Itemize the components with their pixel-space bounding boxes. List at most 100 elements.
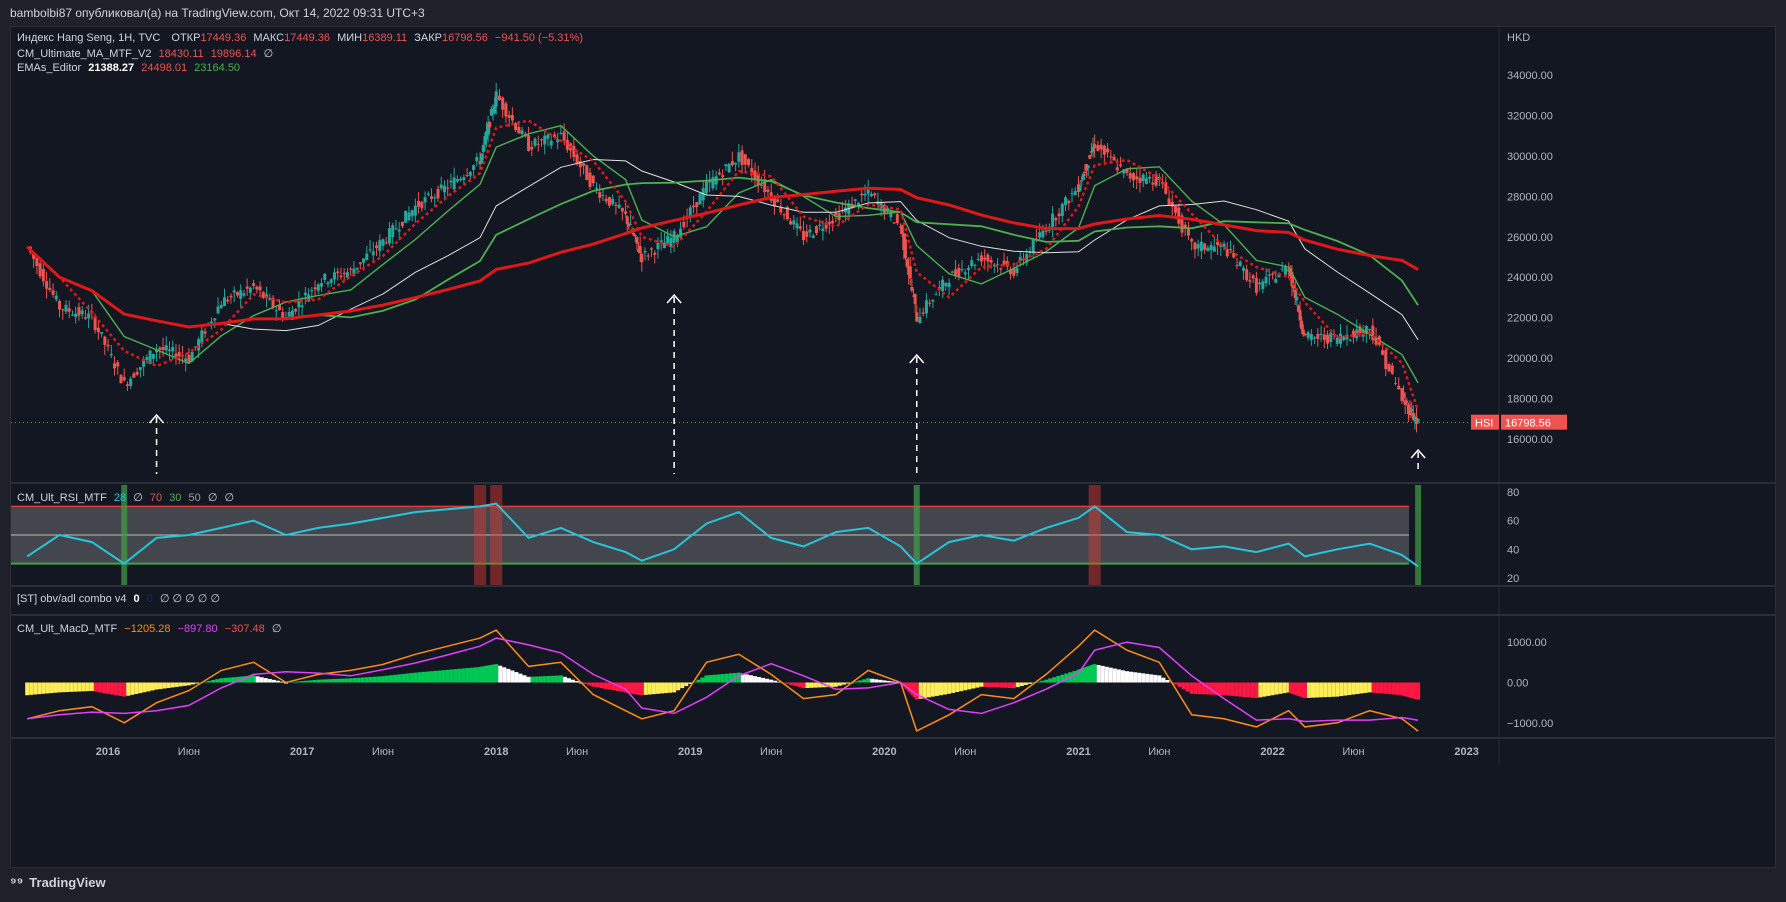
macd-histogram-bar [1323, 682, 1328, 698]
candle [1254, 271, 1258, 296]
macd-histogram-bar [190, 682, 195, 685]
macd-histogram-bar [1351, 682, 1356, 695]
candle-body [1248, 280, 1252, 282]
candle-body [313, 287, 317, 290]
candle-body [1186, 229, 1190, 236]
candle [67, 300, 71, 319]
candle [530, 141, 534, 157]
cm-ma-dotted-line [26, 119, 1420, 411]
candle [1193, 241, 1197, 259]
macd-histogram-bar [522, 675, 527, 683]
candle [1102, 144, 1106, 163]
candle-body [326, 282, 330, 285]
chart-frame[interactable]: HSI 16798.56 34000.00 32000.00 30000.00 2800… [10, 26, 1776, 868]
currency-label: HKD [1507, 32, 1530, 44]
legend-obv[interactable]: [ST] obv/adl combo v4 0 0 ∅ ∅ ∅ ∅ ∅ [17, 592, 224, 605]
legend-cm-ma[interactable]: CM_Ultimate_MA_MTF_V2 18430.11 19896.14 … [17, 47, 277, 60]
footer-brand[interactable]: ⁹⁹ TradingView [10, 874, 106, 890]
macd-histogram-bar [251, 675, 256, 683]
candle-body [93, 316, 97, 331]
candle [1387, 362, 1391, 372]
macd-histogram-bar [1218, 682, 1222, 696]
candle-body [963, 272, 967, 275]
macd-histogram-bar [1347, 682, 1352, 696]
candle-body [197, 339, 201, 351]
macd-histogram-bar [292, 681, 297, 683]
candle-body [164, 345, 168, 351]
candle-body [1387, 364, 1391, 372]
legend-open-label: ОТКР [171, 32, 201, 44]
candle-body [989, 259, 993, 263]
macd-histogram-bar [712, 674, 717, 683]
time-tick-label: Июн [1342, 746, 1364, 758]
candle-body [802, 230, 806, 241]
candle-body [1319, 333, 1323, 335]
candle [61, 308, 65, 320]
candle [423, 191, 427, 211]
candlestick-series [28, 83, 1420, 433]
macd-histogram-bar [583, 682, 588, 684]
candle-body [135, 371, 139, 375]
macd-histogram-bar [1278, 682, 1283, 694]
macd-histogram-bar [1092, 664, 1097, 683]
candle [1393, 376, 1397, 386]
candle [187, 348, 191, 364]
candle [1216, 234, 1220, 255]
candle [562, 123, 566, 146]
candle [358, 262, 362, 270]
candle-body [704, 181, 708, 194]
candle [724, 163, 728, 171]
candle-body [1329, 332, 1333, 343]
macd-histogram-bar [1383, 682, 1388, 694]
candle-body [64, 304, 68, 312]
macd-histogram-bar [207, 680, 212, 683]
candle [132, 371, 136, 378]
candle-body [187, 355, 191, 363]
macd-histogram-bar [518, 673, 523, 683]
macd-histogram-bar [930, 682, 935, 697]
candle-body [1410, 408, 1414, 412]
candle [138, 367, 142, 378]
legend-close: 16798.56 [441, 32, 488, 44]
candle [591, 174, 595, 187]
candle-body [863, 193, 867, 196]
candle [514, 121, 518, 133]
candle [116, 359, 120, 375]
candle-body [1012, 268, 1016, 276]
legend-main[interactable]: Индекс Hang Seng, 1Н, TVC ОТКР17449.36 М… [17, 32, 587, 44]
candle [174, 343, 178, 365]
candle-body [643, 251, 647, 253]
candle [628, 214, 632, 225]
candle-body [1041, 230, 1045, 238]
macd-histogram-bar [1238, 682, 1243, 697]
time-tick-label: Июн [954, 746, 976, 758]
candle-body [743, 154, 747, 165]
candle [698, 192, 702, 205]
legend-rsi[interactable]: CM_Ult_RSI_MTF 28 ∅ 70 30 50 ∅ ∅ [17, 491, 238, 504]
candle [1015, 262, 1019, 277]
candle-body [70, 314, 74, 316]
legend-high-label: МАКС [253, 32, 285, 44]
macd-histogram-bar [1007, 682, 1012, 688]
macd-histogram-bar [1072, 671, 1077, 683]
candle-body [329, 279, 333, 283]
candle [316, 283, 320, 295]
candle-body [129, 378, 133, 386]
macd-histogram-bar [1040, 680, 1045, 683]
candle-body [1106, 148, 1110, 153]
macd-histogram-bar [1165, 680, 1170, 683]
candle-body [1300, 320, 1304, 330]
candle-body [83, 317, 87, 319]
candle-body [721, 175, 725, 178]
macd-histogram-bar [437, 670, 442, 683]
candle [999, 267, 1003, 274]
legend-macd[interactable]: CM_Ult_MacD_MTF −1205.28 −897.80 −307.48… [17, 622, 285, 635]
legend-emas[interactable]: EMAs_Editor 21388.27 24498.01 23164.50 [17, 62, 244, 74]
macd-histogram-bar [1226, 682, 1231, 696]
legend-emas-v3: 23164.50 [194, 62, 241, 74]
candle [384, 237, 388, 245]
chart-canvas[interactable]: HSI 16798.56 34000.0032000.0030000.002800… [11, 27, 1775, 867]
candle [536, 135, 540, 152]
candle [455, 175, 459, 183]
candle-body [242, 293, 246, 296]
